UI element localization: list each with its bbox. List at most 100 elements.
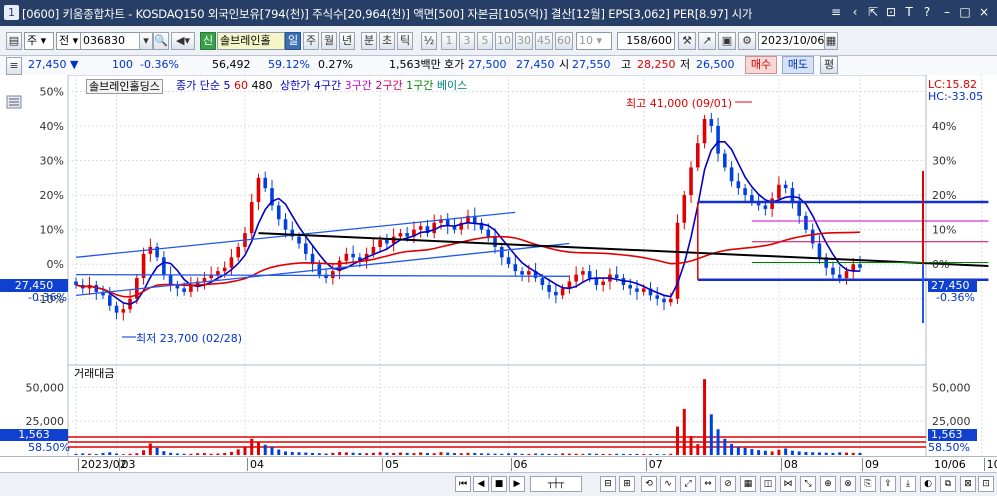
minute-45[interactable]: 45 bbox=[535, 32, 553, 50]
volume-bar bbox=[763, 450, 767, 455]
scroll-next-icon[interactable]: ▶ bbox=[509, 476, 525, 492]
candle-body bbox=[581, 271, 585, 275]
sell-button[interactable]: 매도 bbox=[782, 56, 814, 74]
save-icon[interactable]: ▣ bbox=[718, 32, 736, 50]
zoom-out-icon[interactable]: ⊟ bbox=[600, 476, 616, 492]
tool-15-icon[interactable]: ◐ bbox=[920, 476, 936, 492]
tool-6-icon[interactable]: ▦ bbox=[740, 476, 756, 492]
x-axis-label: 05 bbox=[382, 458, 399, 471]
back-icon[interactable]: ‹ bbox=[848, 5, 862, 19]
buy-button[interactable]: 매수 bbox=[745, 56, 777, 74]
code-dropdown-icon[interactable]: ▾ bbox=[139, 32, 153, 50]
candle-body bbox=[635, 288, 639, 292]
volume-bar bbox=[338, 452, 342, 455]
grid-menu-icon[interactable]: ▤ bbox=[6, 32, 22, 50]
volume-bar bbox=[844, 452, 848, 455]
period-day[interactable]: 일 bbox=[285, 32, 301, 50]
close-icon[interactable]: × bbox=[977, 5, 991, 19]
volume-bar bbox=[358, 453, 362, 455]
minimize-icon[interactable]: – bbox=[940, 5, 954, 19]
period-tick[interactable]: 틱 bbox=[397, 32, 413, 50]
tool-9-icon[interactable]: ⤡ bbox=[800, 476, 816, 492]
candle-body bbox=[418, 226, 423, 230]
high-price: 28,250 bbox=[637, 58, 676, 71]
tool-3-icon[interactable]: ⤢ bbox=[680, 476, 696, 492]
data-count-field[interactable]: 158/600 bbox=[617, 32, 675, 50]
minute-1[interactable]: 1 bbox=[441, 32, 457, 50]
font-icon[interactable]: T bbox=[902, 5, 916, 19]
volume-bar bbox=[74, 453, 78, 455]
tool-16-icon[interactable]: ⧉ bbox=[940, 476, 956, 492]
fraction-button[interactable]: ½ bbox=[421, 32, 437, 50]
draw-tool-icon[interactable]: ↗ bbox=[698, 32, 716, 50]
tool-13-icon[interactable]: ⇪ bbox=[880, 476, 896, 492]
calendar-icon[interactable]: ▦ bbox=[824, 32, 838, 50]
open-label: 시 bbox=[559, 58, 570, 71]
tool-8-icon[interactable]: ⋈ bbox=[780, 476, 796, 492]
tool-12-icon[interactable]: ⎘ bbox=[860, 476, 876, 492]
candle-body bbox=[655, 295, 660, 299]
price-chart[interactable]: 50%40% 40%30% 30%20% 20%10% 10%0% 0%-10%50,00… bbox=[0, 75, 997, 472]
period-week[interactable]: 주 bbox=[303, 32, 319, 50]
minute-3[interactable]: 3 bbox=[459, 32, 475, 50]
market-select[interactable]: 주 ▾ bbox=[24, 32, 54, 50]
candle-body bbox=[554, 291, 558, 296]
minute-10[interactable]: 10 bbox=[495, 32, 513, 50]
help-icon[interactable]: ? bbox=[920, 5, 934, 19]
current-price: 27,450 bbox=[28, 58, 67, 71]
volume-bar bbox=[256, 441, 260, 455]
open-price: 27,550 bbox=[572, 58, 611, 71]
tool-14-icon[interactable]: ⤓ bbox=[900, 476, 916, 492]
stock-name-field[interactable]: 솔브레인홀 bbox=[217, 32, 285, 50]
tool-11-icon[interactable]: ⊗ bbox=[840, 476, 856, 492]
chart-area[interactable]: 50% 40% 40% 30% 30% 20% 20% 10% 10% 0% 0% -10% 50,00… bbox=[0, 75, 997, 495]
tool-10-icon[interactable]: ⊕ bbox=[820, 476, 836, 492]
change-percent: -0.36% bbox=[140, 58, 179, 71]
zoom-in-icon[interactable]: ⊞ bbox=[619, 476, 635, 492]
period-second[interactable]: 초 bbox=[379, 32, 395, 50]
chart-settings-icon[interactable] bbox=[6, 95, 26, 111]
candle-body bbox=[729, 167, 734, 182]
period-month[interactable]: 월 bbox=[321, 32, 337, 50]
tool-5-icon[interactable]: ⊘ bbox=[720, 476, 736, 492]
indicator-icon[interactable]: ⚒ bbox=[678, 32, 696, 50]
minute-5[interactable]: 5 bbox=[477, 32, 493, 50]
sound-icon[interactable]: ◀▾ bbox=[171, 32, 195, 50]
window-number: 1 bbox=[4, 5, 19, 20]
tool-7-icon[interactable]: ◫ bbox=[760, 476, 776, 492]
stop-icon[interactable]: ■ bbox=[491, 476, 507, 492]
period-year[interactable]: 년 bbox=[339, 32, 355, 50]
minute-30[interactable]: 30 bbox=[515, 32, 533, 50]
date-input[interactable]: 2023/10/06 bbox=[758, 32, 826, 50]
minute-select[interactable]: 10 ▾ bbox=[576, 32, 612, 50]
legend-stock-name[interactable]: 솔브레인홀딩스 bbox=[86, 79, 163, 94]
capture-icon[interactable]: ⊡ bbox=[884, 5, 898, 19]
tool-18-icon[interactable]: ⊡ bbox=[978, 476, 994, 492]
volume-bar bbox=[770, 451, 774, 455]
evaluate-button[interactable]: 평 bbox=[820, 56, 838, 74]
code-input[interactable]: 036830 bbox=[80, 32, 140, 50]
search-icon[interactable]: 🔍 bbox=[153, 32, 169, 50]
volume-bar bbox=[263, 444, 267, 455]
tool-17-icon[interactable]: ⊠ bbox=[960, 476, 976, 492]
tool-2-icon[interactable]: ∿ bbox=[660, 476, 676, 492]
quote-menu-icon[interactable]: ≡ bbox=[6, 57, 22, 75]
volume-bar bbox=[581, 453, 585, 455]
menu-icon[interactable]: ≡ bbox=[829, 5, 843, 19]
tool-4-icon[interactable]: ⇔ bbox=[700, 476, 716, 492]
candle-body bbox=[398, 233, 403, 237]
volume-bar bbox=[547, 453, 551, 455]
zoom-slider[interactable]: ┬┼┬ bbox=[530, 476, 582, 492]
maximize-icon[interactable]: □ bbox=[958, 5, 972, 19]
tool-1-icon[interactable]: ⟲ bbox=[641, 476, 657, 492]
minute-60[interactable]: 60 bbox=[555, 32, 573, 50]
volume-bar bbox=[567, 453, 571, 455]
type-select[interactable]: 전 ▾ bbox=[56, 32, 82, 50]
scroll-first-icon[interactable]: ⏮ bbox=[455, 476, 471, 492]
settings-icon[interactable]: ⚙ bbox=[738, 32, 756, 50]
low-price: 26,500 bbox=[696, 58, 735, 71]
volume-bar bbox=[540, 453, 544, 455]
period-minute[interactable]: 분 bbox=[361, 32, 377, 50]
scroll-prev-icon[interactable]: ◀ bbox=[473, 476, 489, 492]
popout-icon[interactable]: ⇱ bbox=[866, 5, 880, 19]
